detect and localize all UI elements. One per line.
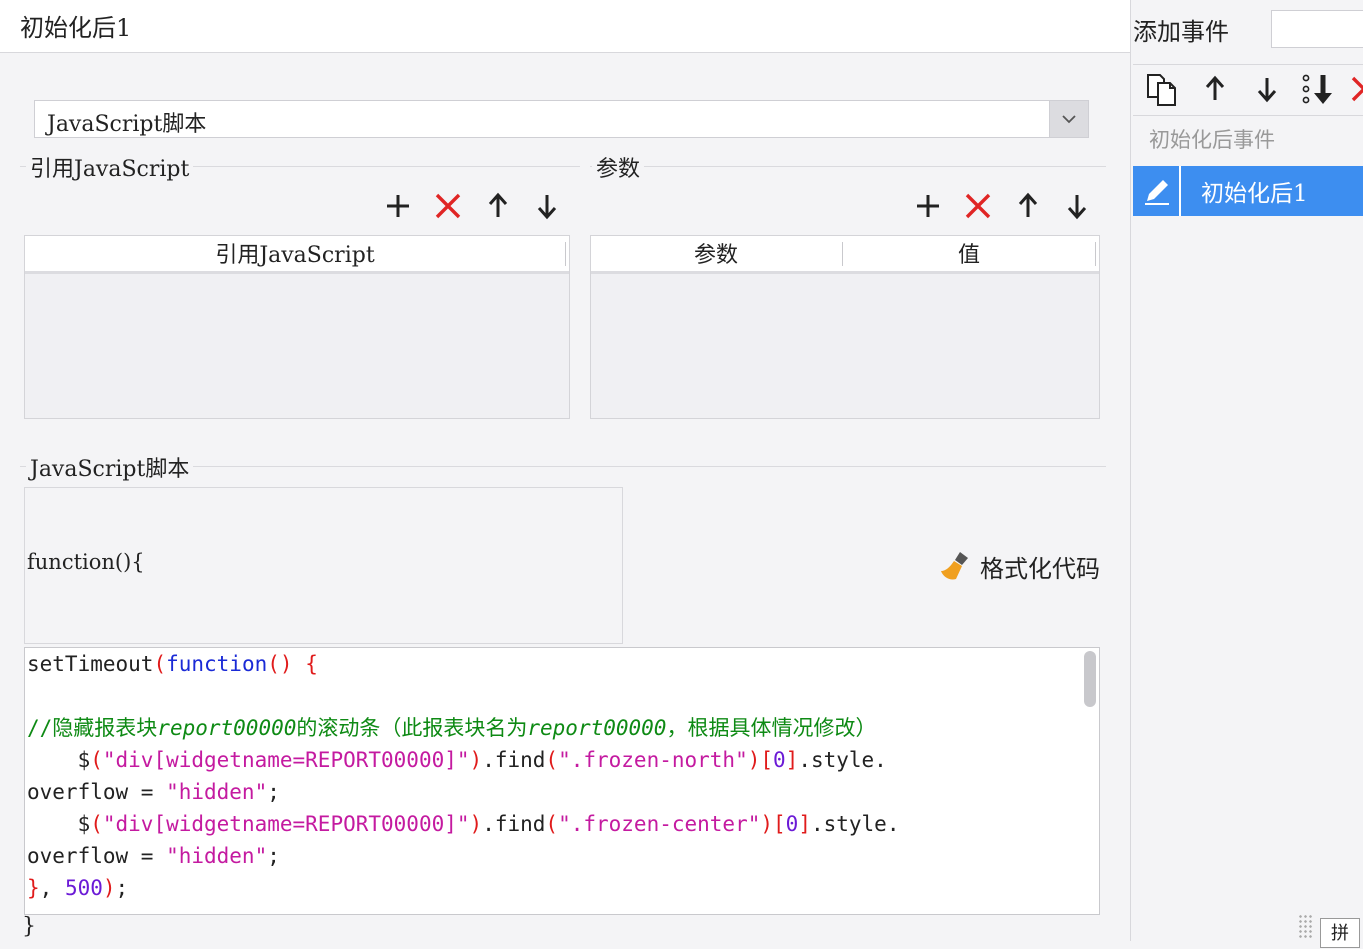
ref-js-table: 引用JavaScript <box>24 235 570 419</box>
format-code-label: 格式化代码 <box>980 554 1100 583</box>
arrow-down-icon <box>1067 195 1087 220</box>
ref-js-table-header: 引用JavaScript <box>25 236 569 274</box>
delete-x-icon <box>965 193 991 219</box>
edit-icon-box <box>1133 166 1181 216</box>
ref-section-label: 引用JavaScript <box>26 151 194 183</box>
broom-icon <box>941 552 968 580</box>
copy-event-button[interactable] <box>1145 73 1176 106</box>
arrow-up-icon <box>1018 192 1038 217</box>
chevron-down-icon[interactable] <box>1049 101 1088 137</box>
format-code-button[interactable]: 格式化代码 <box>938 548 1100 584</box>
add-event-input[interactable] <box>1271 10 1363 48</box>
event-item-selected[interactable]: 初始化后1 <box>1133 166 1363 216</box>
code-scrollbar-thumb[interactable] <box>1084 651 1096 707</box>
function-closing-brace: } <box>22 914 36 939</box>
param-column-header[interactable]: 参数 <box>591 236 841 271</box>
event-group-label: 初始化后事件 <box>1149 128 1275 152</box>
arrow-up-icon <box>1205 75 1225 100</box>
param-delete-button[interactable] <box>963 191 993 221</box>
script-type-select[interactable]: JavaScript脚本 <box>34 100 1089 138</box>
arrow-up-icon <box>488 192 508 217</box>
arrow-down-icon <box>537 195 557 220</box>
event-delete-button[interactable] <box>1349 74 1363 104</box>
ref-delete-button[interactable] <box>433 191 463 221</box>
param-add-button[interactable] <box>913 191 943 221</box>
param-move-down-button[interactable] <box>1062 191 1092 221</box>
column-divider <box>565 242 566 266</box>
param-table: 参数 值 <box>590 235 1100 419</box>
ref-move-up-button[interactable] <box>483 191 513 221</box>
event-panel: 添加事件 初始化后事件 初始化后1 <box>1130 0 1363 941</box>
event-item-label: 初始化后1 <box>1201 181 1308 207</box>
ref-move-down-button[interactable] <box>532 191 562 221</box>
function-header-box: function(){ <box>24 487 623 644</box>
page-title: 初始化后1 <box>20 14 132 42</box>
pencil-icon <box>1145 180 1169 205</box>
event-move-down-button[interactable] <box>1252 74 1282 104</box>
plus-icon <box>387 195 409 217</box>
code-scrollbar[interactable] <box>1083 650 1097 912</box>
param-section-label: 参数 <box>592 151 645 183</box>
title-bar: 初始化后1 <box>0 0 1130 53</box>
arrow-down-icon <box>1257 78 1277 103</box>
column-divider <box>1095 242 1096 266</box>
event-toolbar <box>1133 64 1363 116</box>
function-header: function(){ <box>27 550 145 574</box>
delete-x-icon <box>435 193 461 219</box>
move-to-bottom-icon <box>1302 74 1332 104</box>
ref-add-button[interactable] <box>383 191 413 221</box>
resize-grip[interactable] <box>1298 914 1312 938</box>
param-move-up-button[interactable] <box>1013 191 1043 221</box>
code-editor[interactable]: setTimeout(function() { //隐藏报表块report000… <box>24 647 1100 915</box>
ime-indicator[interactable]: 拼 <box>1320 918 1360 948</box>
script-type-value: JavaScript脚本 <box>47 112 207 137</box>
event-move-bottom-button[interactable] <box>1301 73 1337 104</box>
js-section-label: JavaScript脚本 <box>26 451 194 483</box>
ref-js-column-header[interactable]: 引用JavaScript <box>25 236 565 271</box>
param-section-divider <box>590 166 1106 167</box>
add-event-label: 添加事件 <box>1133 18 1229 46</box>
value-column-header[interactable]: 值 <box>843 236 1095 271</box>
delete-x-icon <box>1351 76 1363 102</box>
copy-icon <box>1147 74 1176 106</box>
event-move-up-button[interactable] <box>1200 74 1230 104</box>
param-table-header: 参数 值 <box>591 236 1099 274</box>
plus-icon <box>917 195 939 217</box>
code-content: setTimeout(function() { //隐藏报表块report000… <box>27 652 900 900</box>
